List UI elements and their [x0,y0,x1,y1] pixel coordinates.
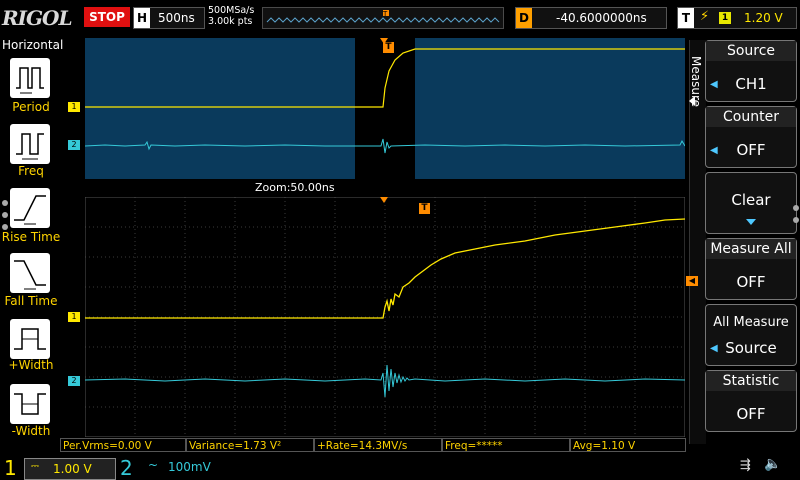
source-title: Source [706,41,796,61]
right-indicator-dot [793,205,799,211]
trigger-indicator[interactable]: T ⚡ 1 1.20 V [677,7,797,29]
statistic-softkey[interactable]: Statistic OFF [705,370,797,432]
trigger-marker-main: T [419,203,430,214]
ch2-scale: 100mV [168,460,211,474]
measure-all-softkey[interactable]: Measure All OFF [705,238,797,300]
ch1-scale: 1.00 V [53,462,92,476]
ch1-number: 1 [4,456,17,480]
counter-title: Counter [706,107,796,127]
trigger-level-marker: ◀ [686,276,698,286]
measurement-variance: Variance=1.73 V² [186,438,314,452]
pos-width-label: +Width [8,358,54,372]
all-measure-source-softkey[interactable]: All Measure ◀ Source [705,304,797,366]
measurement-avg: Avg=1.10 V [570,438,686,452]
source-value: CH1 [735,75,767,93]
neg-width-icon [14,393,46,415]
rigol-logo: RIGOL [2,6,73,30]
period-button[interactable] [10,58,50,98]
rise-time-icon [14,195,46,225]
clear-label: Clear [731,191,771,209]
neg-width-button[interactable] [10,384,50,424]
counter-value: OFF [736,141,766,159]
left-indicator-dot [2,224,8,230]
pos-width-button[interactable] [10,319,50,359]
period-label: Period [12,100,50,114]
horizontal-label: H [134,8,150,28]
fall-time-button[interactable] [10,253,50,293]
freq-icon [16,133,44,160]
rise-time-button[interactable] [10,188,50,228]
sample-rate: 500MSa/s [208,5,255,16]
freq-label: Freq [18,164,44,178]
left-menu-title: Horizontal [2,38,64,52]
trigger-label: T [678,8,694,28]
clear-softkey[interactable]: Clear [705,172,797,234]
ch1-marker-main: 1 [68,312,80,322]
pos-width-icon [14,328,46,350]
trigger-source: 1 [719,12,731,24]
rise-time-label: Rise Time [1,230,61,244]
ch1-box: ⎓ 1.00 V [24,458,116,480]
all-measure-value: Source [725,339,777,357]
measurement-vrms: Per.Vrms=0.00 V [60,438,186,452]
measurement-freq: Freq=***** [442,438,570,452]
neg-width-label: -Width [11,424,51,438]
ch1-marker-overview: 1 [68,102,80,112]
ch2-marker-overview: 2 [68,140,80,150]
trigger-level: 1.20 V [744,11,783,25]
left-indicator-dot [2,200,8,206]
ch1-settings[interactable]: 1 ⎓ 1.00 V [0,456,116,480]
period-icon [16,67,44,94]
memory-depth: 3.00k pts [208,16,253,27]
rising-edge-icon: ⚡ [700,9,710,24]
timeline-waveform-icon: T [266,10,500,23]
statistic-title: Statistic [706,371,796,391]
right-indicator-dot [793,217,799,223]
statistic-value: OFF [736,405,766,423]
counter-softkey[interactable]: Counter ◀ OFF [705,106,797,168]
dc-coupling-icon: ⎓ [31,461,39,472]
fall-time-icon [14,260,46,290]
fall-time-label: Fall Time [4,294,58,308]
timebase-value: 500ns [158,11,195,25]
freq-button[interactable] [10,124,50,164]
left-menu-panel: Horizontal Period Freq Rise Time Fall Ti… [0,36,64,450]
timebase-indicator[interactable]: H 500ns [133,7,205,29]
ch2-settings[interactable]: 2 ~ 100mV [118,456,228,480]
source-softkey[interactable]: Source ◀ CH1 [705,40,797,102]
measure-all-title: Measure All [706,239,796,259]
ac-coupling-icon: ~ [148,458,159,472]
trigger-marker-top: T [383,42,394,53]
left-indicator-dot [2,212,8,218]
main-waveform-area[interactable] [84,196,686,438]
memory-timeline[interactable]: T [262,7,504,29]
zoom-timebase-label: Zoom:50.00ns [255,181,335,194]
zoom-overview-window[interactable] [84,38,686,179]
delay-label: D [516,8,532,28]
ch2-marker-main: 2 [68,376,80,386]
delay-indicator[interactable]: D -40.6000000ns [515,7,667,29]
all-measure-title: All Measure [713,315,789,330]
measure-all-value: OFF [736,273,766,291]
measurement-rate: +Rate=14.3MV/s [314,438,442,452]
trigger-position-icon-main [380,197,388,203]
ch2-number: 2 [120,456,133,480]
overview-waveforms [84,38,686,179]
down-arrow-icon [746,219,756,225]
tab-arrow-icon [689,96,695,106]
usb-icon: ⇶ [740,458,751,473]
speaker-muted-icon[interactable]: 🔈 [764,456,781,472]
run-stop-button[interactable]: STOP [84,7,130,27]
acquisition-info: 500MSa/s 3.00k pts [208,5,254,27]
svg-text:T: T [382,10,388,18]
delay-value: -40.6000000ns [556,11,647,25]
zoomed-waveforms [84,196,686,438]
